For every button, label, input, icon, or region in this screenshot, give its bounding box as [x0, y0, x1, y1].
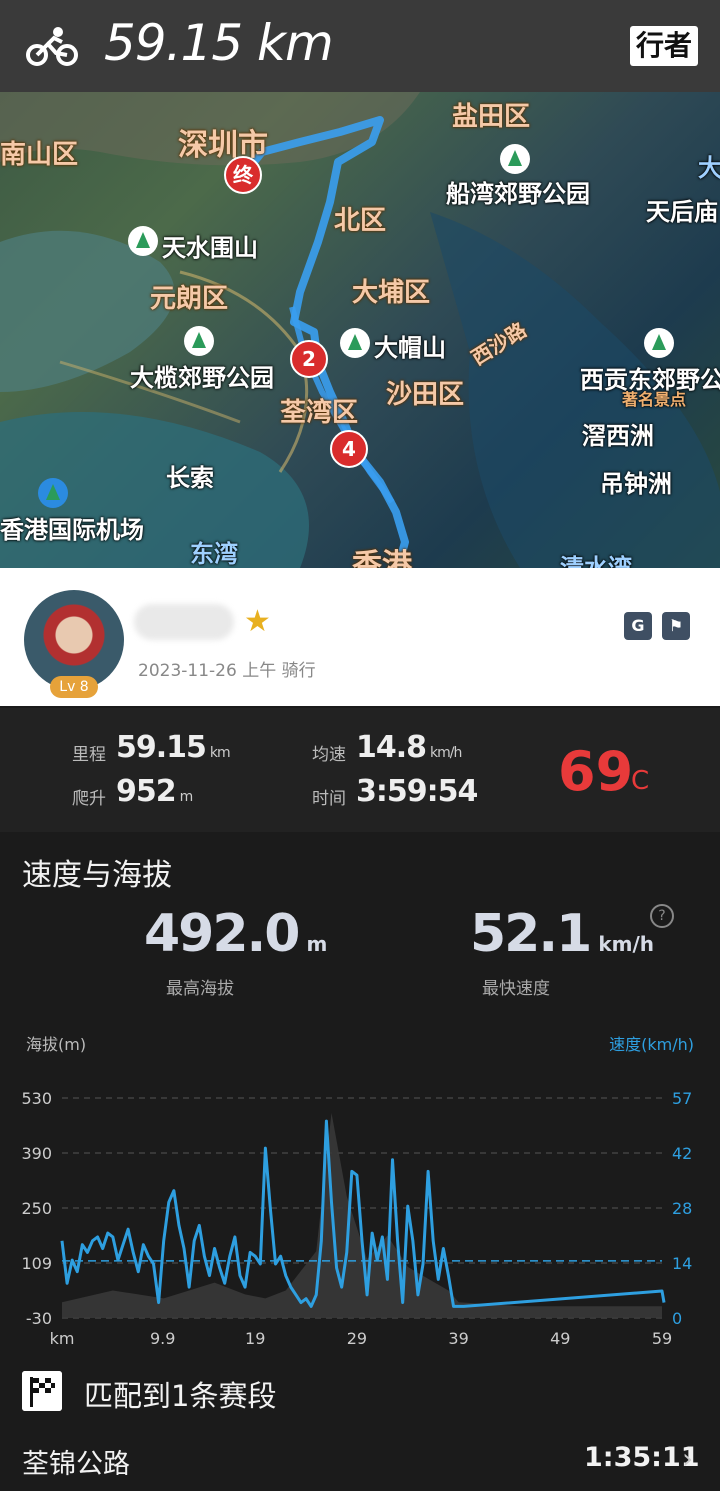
- max-speed-value: 52.1 km/h: [470, 904, 654, 964]
- temperature-unit: °C: [618, 766, 650, 796]
- climb-value: 952 m: [116, 774, 193, 809]
- chevron-right-icon[interactable]: ›: [682, 1442, 693, 1475]
- map-label: 东湾: [190, 540, 238, 568]
- speed-altitude-chart[interactable]: 海拔(m) 速度(km/h) 530 390 250 109 -30 57 42 28 14 0 km 9…: [0, 1026, 720, 1346]
- help-icon[interactable]: ?: [650, 904, 674, 928]
- map-label: 著名景点: [622, 390, 687, 409]
- max-altitude-value: 492.0 m: [144, 904, 328, 964]
- time-value: 3:59:54: [356, 774, 478, 809]
- max-speed-label: 最快速度: [482, 979, 550, 999]
- x-tick-label: km: [50, 1329, 75, 1346]
- airport-icon: [38, 478, 68, 508]
- time-label: 时间: [312, 789, 346, 809]
- park-icon: [340, 328, 370, 358]
- left-axis-title: 海拔(m): [26, 1035, 86, 1054]
- x-tick-label: 49: [550, 1329, 570, 1346]
- map-label: 船湾郊野公园: [446, 180, 590, 208]
- segment-name[interactable]: 荃锦公路: [22, 1442, 130, 1481]
- left-tick-label: -30: [26, 1309, 52, 1328]
- ride-meta: 2023-11-26 上午 骑行: [138, 661, 316, 681]
- right-tick-label: 0: [672, 1309, 682, 1328]
- map-label: 天水围山: [162, 234, 258, 262]
- map-label: 香港: [352, 548, 412, 568]
- right-tick-label: 14: [672, 1254, 692, 1273]
- map-label: 吊钟洲: [600, 470, 672, 498]
- left-tick-label: 250: [21, 1199, 52, 1218]
- map-label: 香港国际机场: [0, 516, 144, 544]
- segment-badge-icon[interactable]: ⚑: [662, 612, 690, 640]
- x-tick-label: 9.9: [150, 1329, 175, 1346]
- map-label: 滘西洲: [582, 422, 654, 450]
- garmin-badge-icon[interactable]: G: [624, 612, 652, 640]
- climb-label: 爬升: [72, 789, 106, 809]
- map-label: 大榄郊野公园: [130, 364, 274, 392]
- park-icon: [500, 144, 530, 174]
- map-label: 盐田区: [452, 102, 531, 132]
- map-label: 大: [698, 154, 720, 182]
- distance-label: 里程: [72, 745, 106, 765]
- map-label: 天后庙: [646, 198, 718, 226]
- park-icon: [644, 328, 674, 358]
- left-tick-label: 530: [21, 1089, 52, 1108]
- map-label: 深圳市: [178, 128, 268, 163]
- km-marker-4[interactable]: 4: [330, 430, 368, 468]
- map-label: 清水湾: [560, 554, 632, 568]
- km-marker-2[interactable]: 2: [290, 340, 328, 378]
- left-tick-label: 390: [21, 1144, 52, 1163]
- max-altitude-label: 最高海拔: [166, 979, 234, 999]
- altitude-area: [62, 1112, 662, 1318]
- section-title: 速度与海拔: [22, 858, 172, 893]
- level-badge: Lv 8: [50, 676, 98, 698]
- username-blurred: [134, 604, 234, 640]
- x-tick-label: 39: [448, 1329, 468, 1346]
- avg-speed-value: 14.8 km/h: [356, 730, 462, 765]
- map-label: 大埔区: [352, 278, 431, 308]
- bicycle-icon: [26, 27, 78, 66]
- x-tick-label: 19: [245, 1329, 265, 1346]
- segment-match-title: 匹配到1条赛段: [84, 1379, 277, 1413]
- map-label: 大帽山: [374, 334, 446, 362]
- right-axis-title: 速度(km/h): [609, 1035, 694, 1054]
- park-icon: [128, 226, 158, 256]
- map-label: 荃湾区: [280, 398, 359, 428]
- map-label: 元朗区: [150, 284, 229, 314]
- end-marker[interactable]: 终: [224, 156, 262, 194]
- right-tick-label: 28: [672, 1199, 692, 1218]
- route-map[interactable]: 深圳市 南山区 盐田区 船湾郊野公园 天后庙 天水围山 北区 元朗区 大埔区 大…: [0, 92, 720, 568]
- total-distance: 59.15 km: [104, 14, 334, 72]
- map-label: 北区: [334, 206, 387, 236]
- map-label: 长索: [166, 464, 214, 492]
- x-tick-label: 29: [347, 1329, 367, 1346]
- checkered-flag-icon: [22, 1371, 62, 1411]
- park-icon: [184, 326, 214, 356]
- user-card: Lv 8 ★ 2023-11-26 上午 骑行 G ⚑: [0, 568, 720, 706]
- map-label: 南山区: [0, 140, 79, 170]
- speed-altitude-section: 速度与海拔 492.0 m 最高海拔 52.1 km/h 最快速度 ? 海拔(m) 速…: [0, 846, 720, 1491]
- distance-value: 59.15 km: [116, 730, 231, 765]
- right-tick-label: 57: [672, 1089, 692, 1108]
- avatar[interactable]: [24, 590, 124, 690]
- map-label: 沙田区: [386, 380, 465, 410]
- right-tick-label: 42: [672, 1144, 692, 1163]
- header-bar: 59.15 km 行者: [0, 0, 720, 92]
- left-tick-label: 109: [21, 1254, 52, 1273]
- x-tick-label: 59: [652, 1329, 672, 1346]
- avg-speed-label: 均速: [312, 745, 346, 765]
- brand-logo: 行者: [629, 26, 698, 66]
- star-icon: ★: [244, 604, 271, 639]
